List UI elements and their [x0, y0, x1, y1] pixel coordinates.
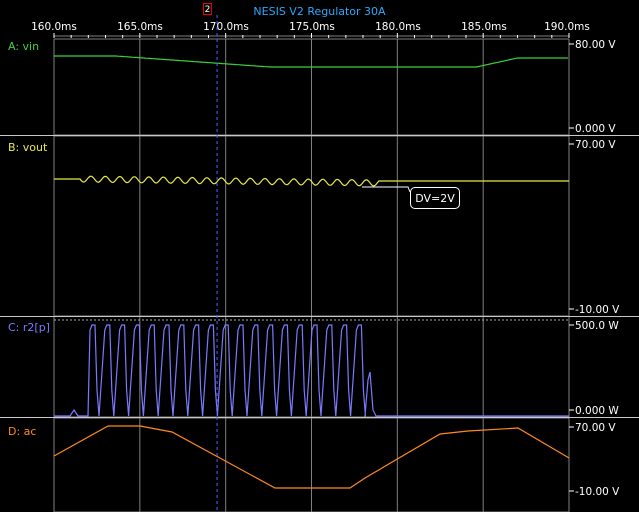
channel-b-label[interactable]: B: vout	[8, 141, 47, 154]
channel-c-min-label: 0.000 W	[575, 405, 619, 417]
channel-b-min-label: -10.00 V	[575, 304, 620, 316]
channel-b-max-label: 70.00 V	[575, 139, 616, 151]
channel-d-min-label: -10.00 V	[575, 486, 620, 498]
channel-d-max-label: 70.00 V	[575, 422, 616, 434]
channel-a-label[interactable]: A: vin	[8, 40, 39, 53]
channel-c-label[interactable]: C: r2[p]	[8, 321, 50, 334]
delta-voltage-annotation: DV=2V	[410, 187, 460, 209]
annotation-leader-line	[362, 186, 411, 193]
channel-c-max-label: 500.0 W	[575, 320, 619, 332]
channel-d-label[interactable]: D: ac	[8, 425, 36, 438]
channel-a-max-label: 80.00 V	[575, 39, 616, 51]
oscilloscope-window: NESIS V2 Regulator 30A 2 160.0ms 165.0ms…	[0, 0, 639, 512]
plot-grid	[0, 33, 639, 512]
channel-a-min-label: 0.000 V	[575, 123, 616, 135]
waveform-plot[interactable]	[0, 0, 639, 512]
